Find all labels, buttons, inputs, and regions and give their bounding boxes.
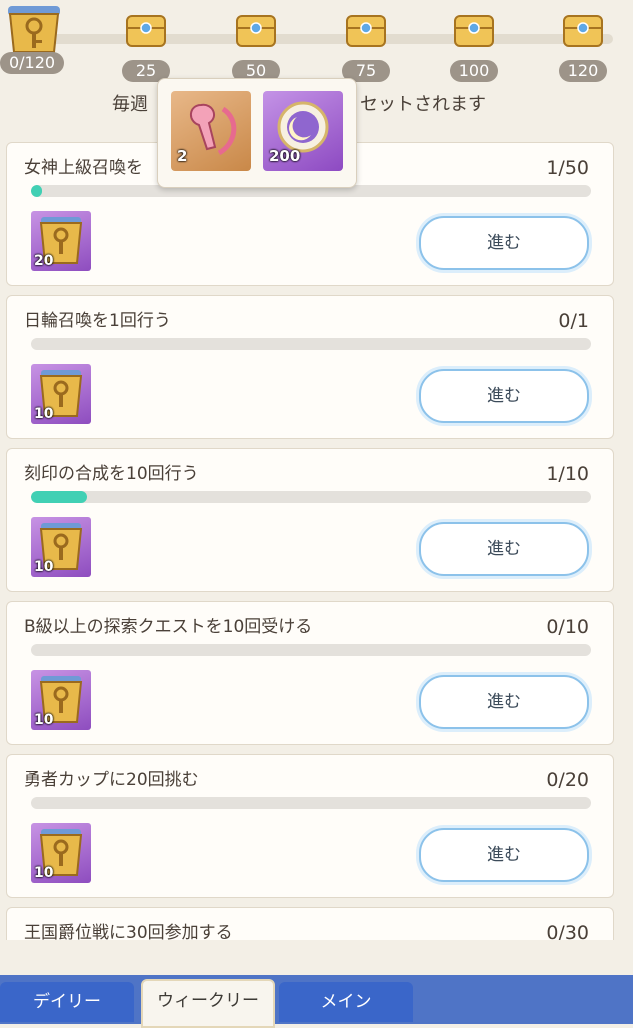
tab-main[interactable]: メイン — [279, 982, 413, 1022]
reward-tooltip-item-1: 2 — [171, 91, 251, 171]
mission-count: 1/50 — [546, 157, 589, 179]
reward-qty: 10 — [34, 865, 54, 881]
go-button[interactable]: 進む — [419, 522, 589, 576]
mission-title: 日輪召喚を1回行う — [24, 311, 171, 331]
milestone-label: 120 — [559, 60, 607, 82]
tab-daily[interactable]: デイリー — [0, 982, 134, 1022]
reward-qty: 10 — [34, 559, 54, 575]
treasure-chest-icon — [454, 15, 494, 47]
reset-notice-right: セットされます — [360, 94, 486, 115]
mission-title: 勇者カップに20回挑む — [24, 770, 199, 790]
mission-reward[interactable]: 10 — [31, 670, 91, 730]
reward-qty: 10 — [34, 712, 54, 728]
tab-bar: デイリー ウィークリー メイン — [0, 975, 633, 1028]
mission-reward[interactable]: 10 — [31, 517, 91, 577]
mission-progress-bar — [31, 797, 591, 809]
milestone-label: 100 — [450, 60, 498, 82]
go-button[interactable]: 進む — [419, 216, 589, 270]
go-button[interactable]: 進む — [419, 369, 589, 423]
go-button[interactable]: 進む — [419, 828, 589, 882]
weekly-key-counter: 0/120 — [0, 0, 70, 84]
mission-title: 刻印の合成を10回行う — [24, 464, 199, 484]
mission-progress-fill — [31, 185, 43, 197]
mission-count: 0/1 — [558, 310, 589, 332]
mission-progress-bar — [31, 491, 591, 503]
mission-card: B級以上の探索クエストを10回受ける 0/10 10 進む — [6, 601, 614, 745]
key-count-pill: 0/120 — [0, 52, 64, 74]
key-bag-icon — [8, 6, 60, 53]
mission-list[interactable]: 女神上級召喚を 1/50 20 進む 日輪召喚を1回行う 0/1 10 進む 刻… — [6, 140, 614, 940]
reward-tooltip-item-2: 200 — [263, 91, 343, 171]
mission-count: 0/20 — [546, 769, 589, 791]
reset-notice-left: 毎週 — [112, 94, 148, 115]
go-button[interactable]: 進む — [419, 675, 589, 729]
milestone-chest-2[interactable]: 50 — [226, 8, 286, 82]
mission-progress-bar — [31, 644, 591, 656]
item-qty: 2 — [177, 147, 188, 165]
weekly-progress-header: 0/120 25 50 75 100 120 — [0, 0, 633, 86]
list-fade — [0, 940, 633, 975]
mission-card: 王国爵位戦に30回参加する 0/30 — [6, 907, 614, 940]
mission-progress-fill — [31, 491, 87, 503]
mission-reward[interactable]: 20 — [31, 211, 91, 271]
item-qty: 200 — [269, 147, 301, 165]
milestone-chest-3[interactable]: 75 — [336, 8, 396, 82]
treasure-chest-icon — [346, 15, 386, 47]
mission-reward[interactable]: 10 — [31, 364, 91, 424]
mission-reward[interactable]: 10 — [31, 823, 91, 883]
mission-title: 王国爵位戦に30回参加する — [24, 923, 233, 940]
reward-tooltip: 2 200 — [157, 78, 357, 188]
milestone-chest-1[interactable]: 25 — [116, 8, 176, 82]
mission-card: 日輪召喚を1回行う 0/1 10 進む — [6, 295, 614, 439]
mission-count: 0/30 — [546, 922, 589, 940]
mission-title: 女神上級召喚を — [24, 158, 143, 178]
tab-weekly[interactable]: ウィークリー — [141, 979, 275, 1028]
mission-progress-bar — [31, 338, 591, 350]
treasure-chest-icon — [126, 15, 166, 47]
reward-qty: 10 — [34, 406, 54, 422]
milestone-chest-5[interactable]: 120 — [553, 8, 613, 82]
mission-count: 1/10 — [546, 463, 589, 485]
treasure-chest-icon — [563, 15, 603, 47]
reward-qty: 20 — [34, 253, 54, 269]
mission-card: 刻印の合成を10回行う 1/10 10 進む — [6, 448, 614, 592]
milestone-chest-4[interactable]: 100 — [444, 8, 504, 82]
mission-title: B級以上の探索クエストを10回受ける — [24, 617, 313, 637]
mission-card: 勇者カップに20回挑む 0/20 10 進む — [6, 754, 614, 898]
treasure-chest-icon — [236, 15, 276, 47]
mission-count: 0/10 — [546, 616, 589, 638]
